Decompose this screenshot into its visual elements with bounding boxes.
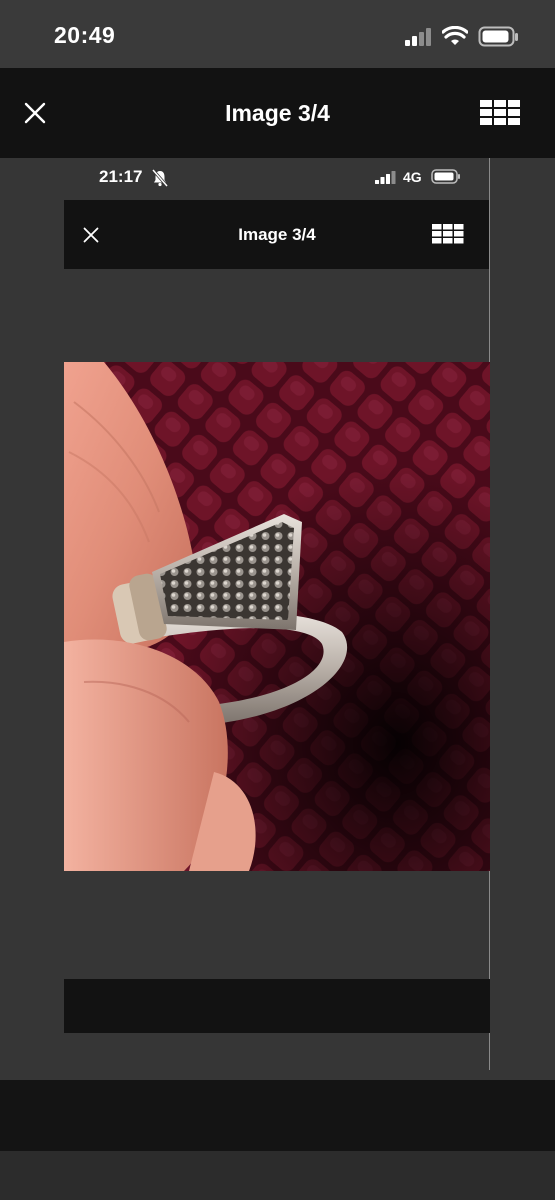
cellular-signal-icon [375,171,396,184]
status-bar: 20:49 [0,0,555,68]
inner-status-bar: 21:17 4G [64,158,490,200]
page-title: Image 3/4 [225,100,330,126]
status-time: 20:49 [54,22,116,48]
bell-muted-icon [152,169,168,187]
bottom-bar [0,1080,555,1151]
inner-bottom-bar [64,979,490,1033]
inner-page-title: Image 3/4 [238,225,316,244]
inner-status-time: 21:17 [99,167,143,186]
battery-icon [478,26,518,47]
grid-view-icon[interactable] [480,100,520,126]
cellular-signal-icon [405,28,431,46]
ring-photo-illustration [64,362,490,871]
marcasite-ring-photo[interactable] [64,362,490,871]
grid-view-icon[interactable] [432,224,464,244]
network-type: 4G [403,169,422,185]
inner-viewer-header: Image 3/4 [64,200,490,269]
battery-icon [431,169,460,184]
viewer-header: Image 3/4 [0,68,555,158]
bottom-strip [0,1151,555,1200]
wifi-icon [442,26,468,45]
